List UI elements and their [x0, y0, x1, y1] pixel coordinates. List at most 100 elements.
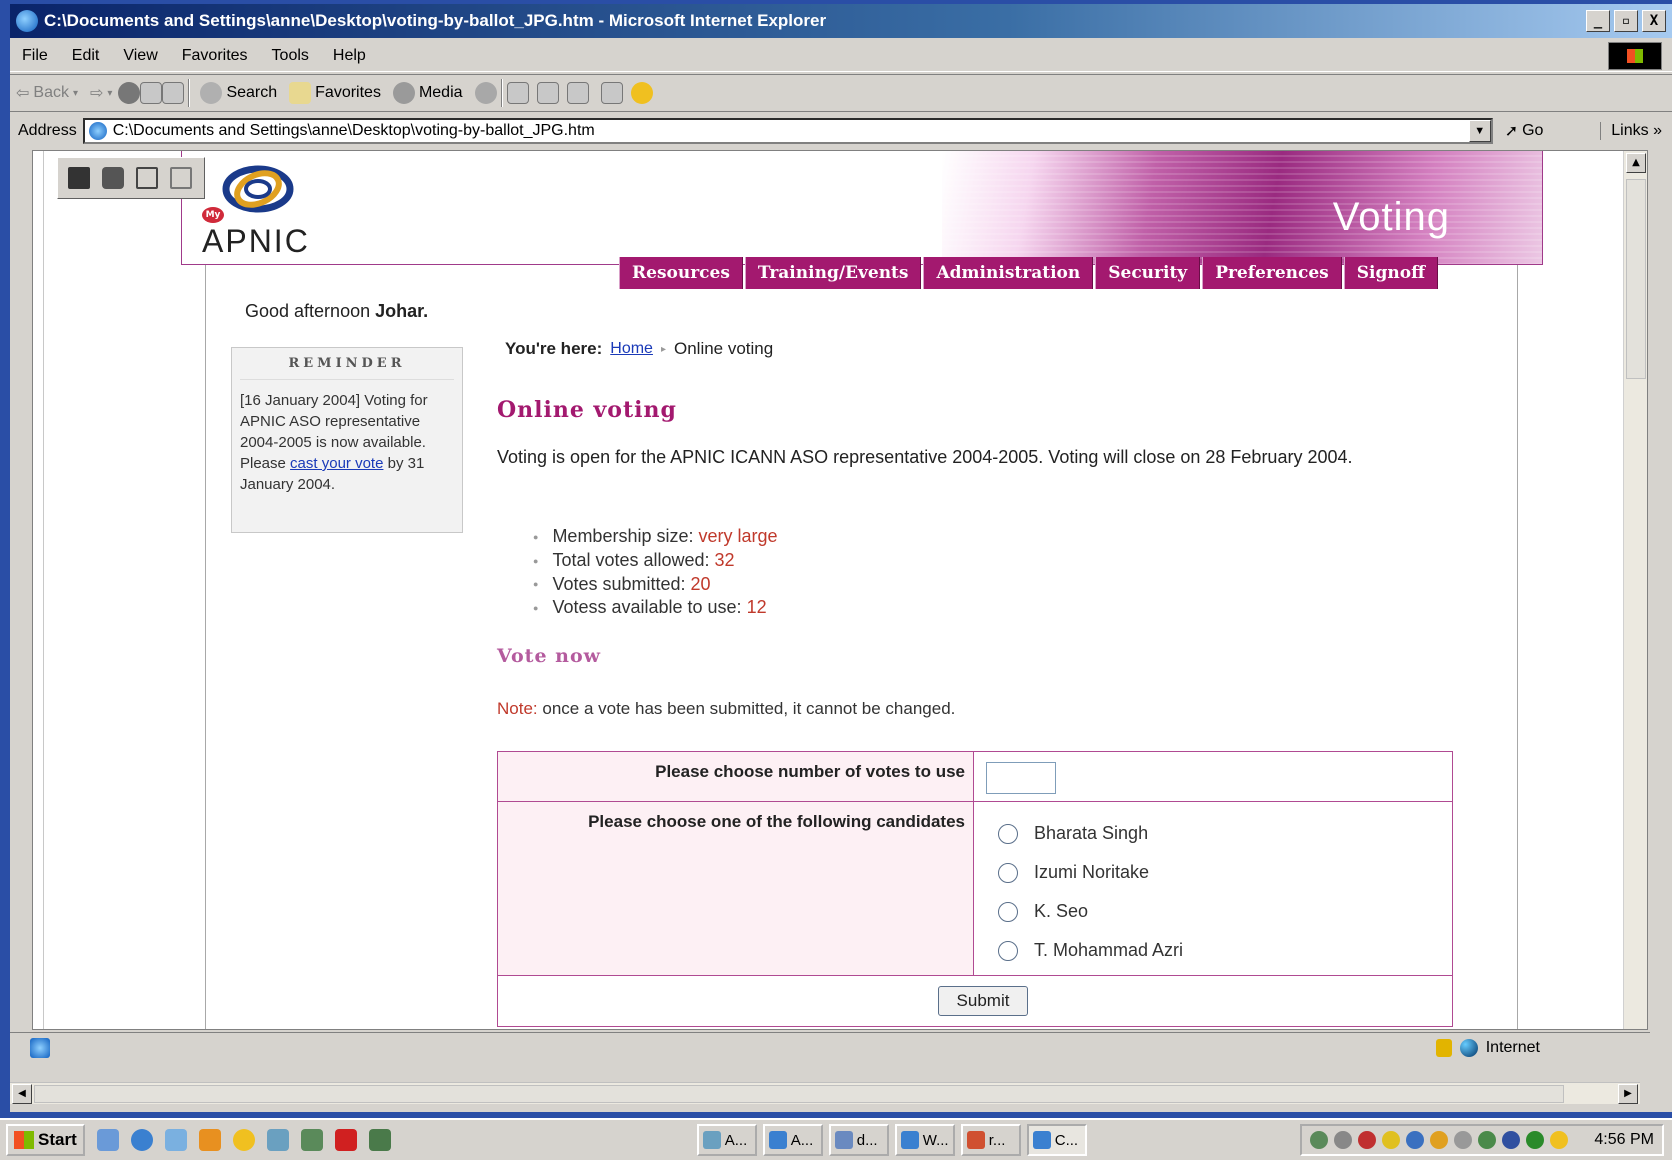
search-icon[interactable]	[266, 1129, 289, 1151]
history-icon[interactable]	[474, 82, 497, 104]
horizontal-scrollbar[interactable]: ◀ ▶	[10, 1082, 1640, 1104]
tray-icon[interactable]	[1382, 1131, 1401, 1149]
search-button[interactable]: Search	[200, 82, 277, 104]
mail-icon[interactable]	[136, 167, 158, 189]
favorites-button[interactable]: Favorites	[289, 82, 381, 104]
tray-icon[interactable]	[1310, 1131, 1329, 1149]
tray-icon[interactable]	[1526, 1131, 1545, 1149]
candidate-option[interactable]: T. Mohammad Azri	[998, 931, 1183, 970]
radio-button[interactable]	[998, 823, 1018, 844]
apnic-logo-icon[interactable]	[214, 159, 294, 225]
task-button-active[interactable]: C...	[1026, 1124, 1087, 1156]
messenger-icon[interactable]	[232, 1129, 255, 1151]
nav-security[interactable]: Security	[1095, 257, 1201, 289]
minimize-button[interactable]: _	[1586, 10, 1610, 32]
search-icon[interactable]	[1406, 1131, 1425, 1149]
discuss-icon[interactable]	[600, 82, 623, 104]
submit-button[interactable]: Submit	[938, 986, 1028, 1016]
scroll-right-icon[interactable]: ▶	[1618, 1084, 1638, 1104]
candidate-option[interactable]: Izumi Noritake	[998, 853, 1183, 892]
task-label: W...	[922, 1131, 949, 1149]
nav-signoff[interactable]: Signoff	[1343, 257, 1439, 289]
address-input[interactable]: C:\Documents and Settings\anne\Desktop\v…	[82, 118, 1493, 144]
scroll-up-icon[interactable]: ▲	[1626, 153, 1646, 173]
page-divider	[43, 151, 44, 1029]
close-button[interactable]: X	[1642, 10, 1666, 32]
mail-icon[interactable]	[506, 82, 529, 104]
candidate-option[interactable]: K. Seo	[998, 892, 1183, 931]
menu-help[interactable]: Help	[321, 47, 378, 65]
task-label: d...	[856, 1131, 878, 1149]
links-button[interactable]: Links »	[1600, 122, 1662, 140]
submit-row: Submit	[498, 976, 1452, 1026]
messenger-icon[interactable]	[630, 82, 653, 104]
list-item: Membership size: very large	[533, 525, 777, 549]
app-icon[interactable]	[300, 1129, 323, 1151]
nav-resources[interactable]: Resources	[619, 257, 743, 289]
vertical-scrollbar[interactable]: ▲	[1623, 151, 1647, 1029]
task-button[interactable]: A...	[762, 1124, 823, 1156]
start-button[interactable]: Start	[6, 1124, 85, 1156]
task-button[interactable]: A...	[696, 1124, 757, 1156]
dropdown-arrow-icon: ▾	[72, 87, 79, 99]
tray-icon[interactable]	[1478, 1131, 1497, 1149]
forward-button[interactable]: ⇨ ▾	[90, 83, 112, 103]
home-icon[interactable]	[162, 82, 185, 104]
nav-administration[interactable]: Administration	[923, 257, 1094, 289]
edit-icon[interactable]	[566, 82, 589, 104]
print-icon[interactable]	[102, 167, 124, 189]
cast-vote-link[interactable]: cast your vote	[290, 455, 383, 472]
scroll-left-icon[interactable]: ◀	[12, 1084, 32, 1104]
go-button[interactable]: ➚ Go	[1505, 121, 1544, 141]
media-button[interactable]: Media	[392, 82, 463, 104]
tray-icon[interactable]	[1502, 1131, 1521, 1149]
nav-preferences[interactable]: Preferences	[1202, 257, 1342, 289]
folder-icon[interactable]	[170, 167, 192, 189]
page-done-icon	[30, 1037, 50, 1058]
volume-icon[interactable]	[1334, 1131, 1353, 1149]
menu-file[interactable]: File	[10, 47, 60, 65]
messenger-icon[interactable]	[1550, 1131, 1569, 1149]
refresh-icon[interactable]	[140, 82, 163, 104]
radio-button[interactable]	[998, 901, 1018, 922]
scroll-thumb[interactable]	[1626, 179, 1646, 379]
greeting-name: Johar.	[375, 301, 429, 321]
menu-view[interactable]: View	[111, 47, 169, 65]
tray-icon[interactable]	[1454, 1131, 1473, 1149]
candidate-option[interactable]: Bharata Singh	[998, 814, 1183, 853]
menu-favorites[interactable]: Favorites	[170, 47, 260, 65]
reminder-body: [16 January 2004] Voting for APNIC ASO r…	[240, 390, 454, 495]
desktop-icon[interactable]	[96, 1129, 119, 1151]
menu-tools[interactable]: Tools	[260, 47, 321, 65]
tray-icon[interactable]	[1430, 1131, 1449, 1149]
network-icon[interactable]	[1358, 1131, 1377, 1149]
title-bar[interactable]: C:\Documents and Settings\anne\Desktop\v…	[10, 4, 1672, 38]
nav-training-events[interactable]: Training/Events	[744, 257, 922, 289]
media-player-icon[interactable]	[198, 1129, 221, 1151]
ie-icon[interactable]	[130, 1129, 153, 1151]
app-icon[interactable]	[368, 1129, 391, 1151]
radio-button[interactable]	[998, 940, 1018, 961]
menu-edit[interactable]: Edit	[60, 47, 112, 65]
breadcrumb-home-link[interactable]: Home	[610, 340, 653, 358]
menu-bar: File Edit View Favorites Tools Help	[10, 40, 1672, 72]
task-button[interactable]: W...	[894, 1124, 955, 1156]
stat-label: Votes submitted:	[552, 573, 691, 594]
ie-icon	[900, 1131, 919, 1149]
chevron-down-icon[interactable]: ▼	[1468, 120, 1491, 142]
print-icon[interactable]	[536, 82, 559, 104]
task-button[interactable]: r...	[960, 1124, 1021, 1156]
acrobat-icon[interactable]	[334, 1129, 357, 1151]
radio-button[interactable]	[998, 862, 1018, 883]
header-banner-image: Voting	[942, 151, 1542, 264]
go-label: Go	[1522, 122, 1544, 139]
back-button[interactable]: ⇦ Back ▾	[16, 83, 78, 103]
stop-icon[interactable]	[118, 82, 141, 104]
scroll-thumb[interactable]	[34, 1085, 1564, 1103]
save-icon[interactable]	[68, 167, 90, 189]
reminder-box: REMINDER [16 January 2004] Voting for AP…	[231, 347, 463, 533]
task-button[interactable]: d...	[828, 1124, 889, 1156]
votes-input[interactable]	[986, 762, 1056, 794]
outlook-icon[interactable]	[164, 1129, 187, 1151]
maximize-button[interactable]: ▫	[1614, 10, 1638, 32]
